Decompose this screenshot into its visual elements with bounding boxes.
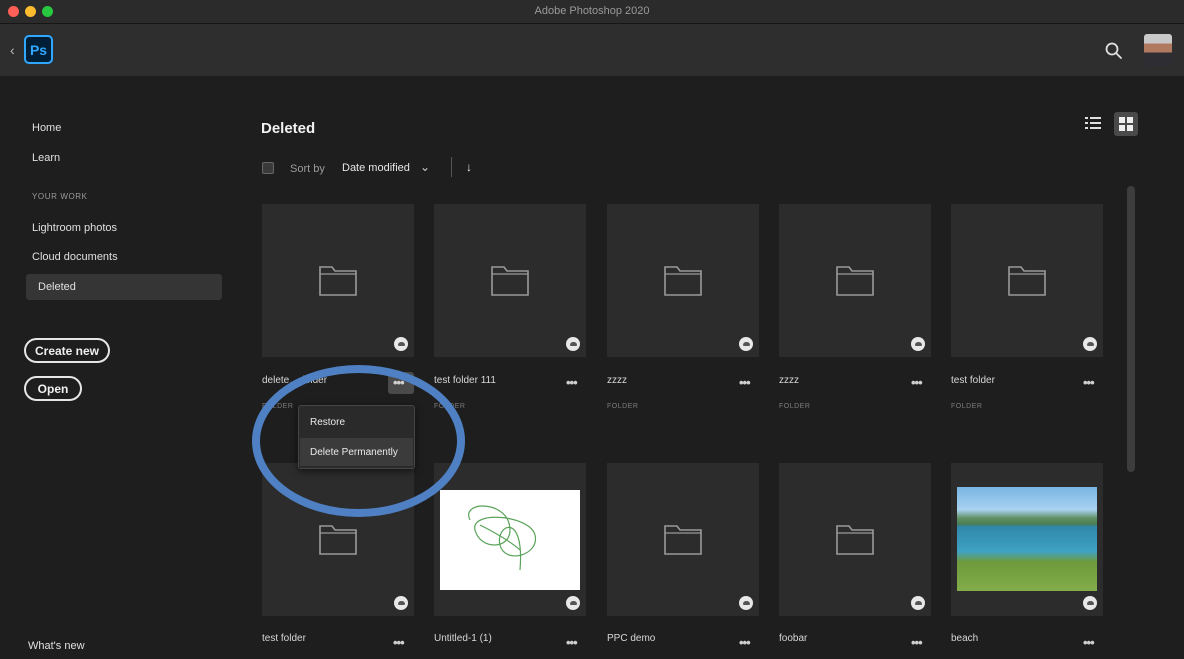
page-title: Deleted [261, 120, 316, 137]
file-card[interactable] [779, 463, 931, 616]
more-icon[interactable]: ••• [566, 636, 578, 649]
restore-menu-item[interactable]: Restore [300, 408, 413, 436]
item-type: FOLDER [779, 403, 811, 410]
item-name[interactable]: beach [951, 633, 1071, 644]
more-icon[interactable]: ••• [911, 636, 923, 649]
sidebar-item-deleted-label: Deleted [38, 281, 76, 293]
back-chevron-icon[interactable]: ‹ [10, 42, 15, 58]
grid-view-button[interactable] [1114, 112, 1138, 136]
cloud-icon [739, 596, 753, 610]
delete-permanently-menu-item[interactable]: Delete Permanently [300, 438, 413, 466]
more-icon[interactable]: ••• [393, 376, 405, 389]
cloud-icon [394, 337, 408, 351]
item-name[interactable]: PPC demo [607, 633, 727, 644]
item-type: FOLDER [434, 403, 466, 410]
file-card[interactable] [951, 463, 1103, 616]
sidebar-item-learn[interactable]: Learn [32, 152, 60, 164]
file-card[interactable] [779, 204, 931, 357]
window-title: Adobe Photoshop 2020 [534, 5, 650, 17]
avatar[interactable] [1144, 34, 1172, 66]
file-card[interactable] [434, 204, 586, 357]
sidebar-item-home[interactable]: Home [32, 122, 61, 134]
file-card[interactable] [262, 204, 414, 357]
cloud-icon [394, 596, 408, 610]
chevron-down-icon[interactable]: ⌄ [420, 160, 430, 174]
item-type: FOLDER [607, 403, 639, 410]
section-label-your-work: YOUR WORK [32, 192, 88, 201]
item-name[interactable]: test folder 111 [434, 375, 554, 386]
file-card[interactable] [607, 204, 759, 357]
more-icon[interactable]: ••• [1083, 376, 1095, 389]
open-button[interactable]: Open [24, 376, 82, 401]
cloud-icon [911, 337, 925, 351]
context-menu: Restore Delete Permanently [298, 405, 415, 469]
select-all-checkbox[interactable] [262, 162, 274, 174]
cloud-icon [739, 337, 753, 351]
create-new-button[interactable]: Create new [24, 338, 110, 363]
scrollbar[interactable] [1127, 186, 1135, 472]
list-view-icon[interactable] [1083, 114, 1103, 134]
sidebar: Home Learn YOUR WORK Lightroom photos Cl… [0, 76, 240, 659]
folder-icon [319, 266, 357, 296]
file-card[interactable] [434, 463, 586, 616]
more-icon[interactable]: ••• [566, 376, 578, 389]
folder-icon [836, 525, 874, 555]
folder-icon [319, 525, 357, 555]
folder-icon [664, 525, 702, 555]
sidebar-item-cloud-documents[interactable]: Cloud documents [32, 251, 118, 263]
scribble-drawing [468, 505, 536, 571]
whats-new-link[interactable]: What's new [28, 640, 85, 652]
cloud-icon [566, 337, 580, 351]
more-icon[interactable]: ••• [739, 376, 751, 389]
item-name[interactable]: zzzz [779, 375, 899, 386]
sort-dropdown[interactable]: Date modified [342, 162, 410, 174]
sidebar-item-lightroom-photos[interactable]: Lightroom photos [32, 222, 117, 234]
item-name[interactable]: Untitled-1 (1) [434, 633, 554, 644]
folder-icon [1008, 266, 1046, 296]
grid-view-icon [1119, 117, 1133, 131]
app-bar: ‹ Ps [0, 24, 1184, 76]
item-name[interactable]: foobar [779, 633, 899, 644]
cloud-icon [911, 596, 925, 610]
sort-divider [451, 157, 452, 177]
photoshop-logo[interactable]: Ps [24, 35, 53, 64]
folder-icon [491, 266, 529, 296]
cloud-icon [566, 596, 580, 610]
item-type: FOLDER [262, 403, 294, 410]
file-card[interactable] [607, 463, 759, 616]
item-name[interactable]: test folder [262, 633, 382, 644]
item-name[interactable]: delete… folder [262, 375, 382, 386]
folder-icon [664, 266, 702, 296]
item-name[interactable]: zzzz [607, 375, 727, 386]
search-icon[interactable] [1104, 41, 1124, 61]
more-icon[interactable]: ••• [393, 636, 405, 649]
beach-photo-thumbnail [957, 487, 1097, 591]
document-thumbnail [440, 490, 580, 590]
title-bar: Adobe Photoshop 2020 [0, 0, 1184, 24]
more-icon[interactable]: ••• [739, 636, 751, 649]
file-card[interactable] [951, 204, 1103, 357]
item-name[interactable]: test folder [951, 375, 1071, 386]
item-type: FOLDER [951, 403, 983, 410]
cloud-icon [1083, 337, 1097, 351]
folder-icon [836, 266, 874, 296]
sort-by-label: Sort by [290, 163, 325, 175]
sort-direction-icon[interactable]: ↓ [466, 160, 472, 174]
cloud-icon [1083, 596, 1097, 610]
file-card[interactable] [262, 463, 414, 616]
more-icon[interactable]: ••• [911, 376, 923, 389]
more-icon[interactable]: ••• [1083, 636, 1095, 649]
